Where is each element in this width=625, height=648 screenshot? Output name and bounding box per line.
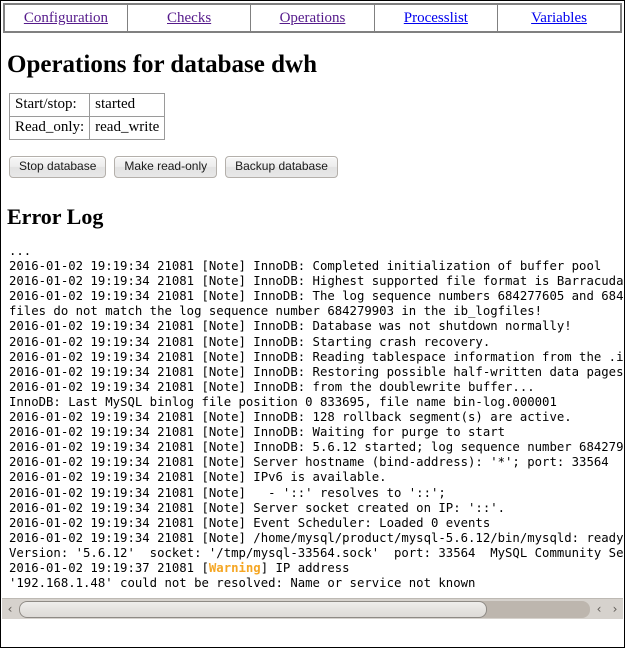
tab-checks[interactable]: Checks (126, 3, 252, 33)
error-log-heading: Error Log (7, 204, 104, 229)
horizontal-scrollbar[interactable]: ‹ ‹ › (2, 598, 623, 619)
read-only-value: read_write (89, 116, 166, 140)
error-log-text[interactable]: ... 2016-01-02 19:19:34 21081 [Note] Inn… (9, 244, 623, 596)
scroll-step-left-arrow-icon[interactable]: ‹ (591, 600, 607, 619)
log-warning-token: Warning (208, 560, 261, 575)
error-log-area: ... 2016-01-02 19:19:34 21081 [Note] Inn… (9, 244, 623, 596)
make-read-only-button[interactable]: Make read-only (114, 156, 218, 178)
main-content: Operations for database dwh Start/stop: … (1, 51, 624, 596)
navigation-tabbar: Configuration Checks Operations Processl… (3, 3, 622, 33)
table-row: Read_only: read_write (8, 116, 166, 140)
scrollbar-right-arrows: ‹ › (591, 600, 623, 619)
tabbar-row: Configuration Checks Operations Processl… (3, 3, 622, 33)
scrollbar-thumb[interactable] (19, 600, 488, 618)
scroll-right-arrow-icon[interactable]: › (607, 600, 623, 619)
database-status-table: Start/stop: started Read_only: read_writ… (8, 93, 166, 140)
tab-operations-link[interactable]: Operations (280, 10, 346, 26)
tab-checks-link[interactable]: Checks (167, 10, 211, 26)
tab-processlist-link[interactable]: Processlist (404, 10, 468, 26)
operations-button-row: Stop database Make read-only Backup data… (9, 156, 618, 178)
backup-database-button[interactable]: Backup database (225, 156, 338, 178)
tab-operations[interactable]: Operations (250, 3, 375, 33)
scrollbar-trough[interactable] (19, 600, 590, 618)
start-stop-label: Start/stop: (8, 93, 91, 117)
read-only-label: Read_only: (8, 116, 91, 140)
tab-variables[interactable]: Variables (497, 3, 622, 33)
tab-variables-link[interactable]: Variables (531, 10, 587, 26)
tab-configuration[interactable]: Configuration (3, 3, 128, 33)
page-title: Operations for database dwh (7, 51, 317, 78)
stop-database-button[interactable]: Stop database (9, 156, 107, 178)
table-row: Start/stop: started (8, 93, 166, 117)
scroll-left-arrow-icon[interactable]: ‹ (2, 600, 18, 619)
tab-configuration-link[interactable]: Configuration (24, 10, 108, 26)
tab-processlist[interactable]: Processlist (373, 3, 499, 33)
start-stop-value: started (89, 93, 166, 117)
application-window: Configuration Checks Operations Processl… (0, 0, 625, 648)
